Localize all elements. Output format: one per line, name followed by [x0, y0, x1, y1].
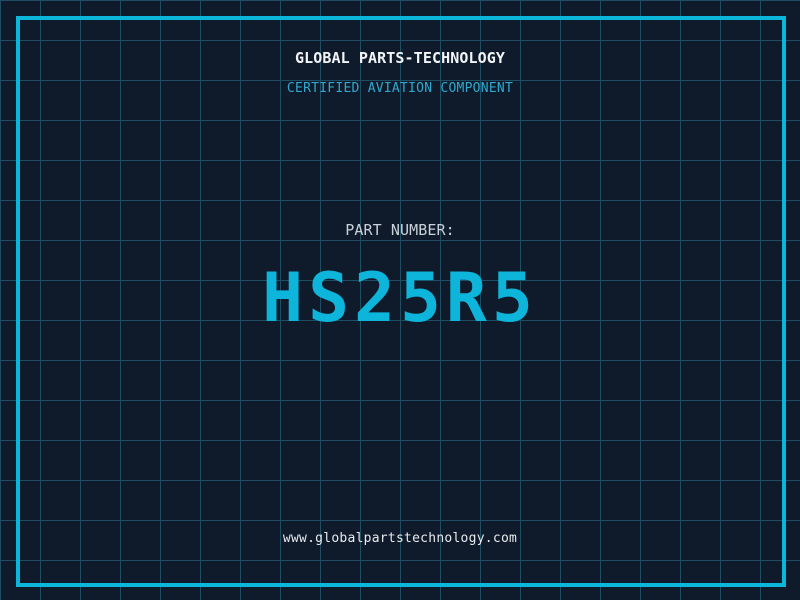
certification-subtitle: CERTIFIED AVIATION COMPONENT	[286, 81, 514, 96]
part-number-value: HS25R5	[262, 258, 538, 338]
part-number-label: PART NUMBER:	[345, 221, 455, 239]
website-url: www.globalpartstechnology.com	[282, 531, 518, 546]
brand-title: GLOBAL PARTS-TECHNOLOGY	[294, 49, 505, 67]
